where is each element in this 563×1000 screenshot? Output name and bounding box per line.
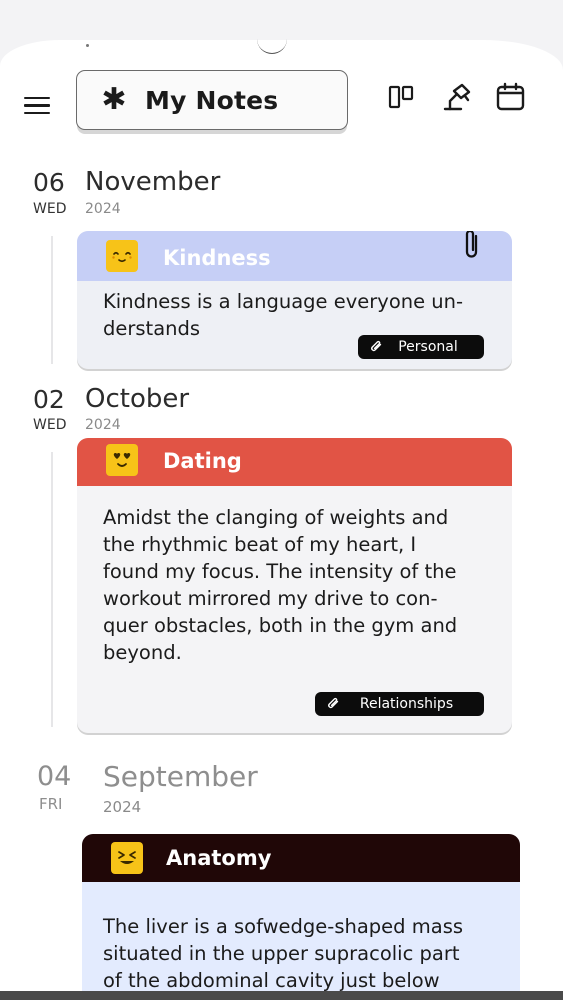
paperclip-icon bbox=[465, 231, 478, 258]
paperclip-icon bbox=[328, 697, 339, 709]
note-title: Anatomy bbox=[166, 846, 272, 870]
entry-month: November bbox=[85, 167, 221, 197]
note-card-header: Dating bbox=[77, 438, 512, 486]
entry-weekday: WED bbox=[33, 201, 67, 217]
entry-weekday: WED bbox=[33, 417, 67, 433]
timeline-line bbox=[51, 452, 53, 727]
entry-month: October bbox=[85, 384, 190, 414]
entry-year: 2024 bbox=[85, 417, 121, 433]
note-card-dating[interactable]: Dating Amidst the clanging of weights an… bbox=[77, 438, 512, 733]
note-text: The liver is a sofwedge-shaped mass situ… bbox=[103, 915, 464, 992]
bottom-scrim bbox=[0, 991, 563, 1000]
entry-year: 2024 bbox=[85, 201, 121, 217]
note-text: Amidst the clanging of weights and the r… bbox=[103, 506, 458, 664]
handle-dot bbox=[86, 44, 89, 47]
calendar-icon[interactable] bbox=[496, 82, 526, 112]
tag-label: Relationships bbox=[359, 696, 454, 712]
entry-day: 06 bbox=[33, 168, 65, 197]
tag-relationships[interactable]: Relationships bbox=[315, 692, 484, 716]
note-card-header: Anatomy bbox=[82, 834, 520, 882]
grinning-squint-face-icon bbox=[111, 842, 143, 874]
paperclip-icon bbox=[371, 340, 382, 352]
layout-toggle-icon[interactable] bbox=[388, 82, 418, 112]
timeline-line bbox=[51, 236, 53, 364]
entry-weekday: FRI bbox=[39, 795, 63, 813]
note-card-anatomy[interactable]: Anatomy The liver is a sofwedge-shaped m… bbox=[82, 834, 520, 1000]
heart-eyes-face-icon bbox=[106, 444, 138, 476]
menu-icon[interactable] bbox=[24, 97, 50, 117]
page-title: My Notes bbox=[145, 85, 279, 115]
asterisk-icon: ✱ bbox=[101, 82, 127, 117]
tag-personal[interactable]: Personal bbox=[358, 335, 484, 359]
note-title: Dating bbox=[163, 449, 242, 473]
note-card-header: Kindness bbox=[77, 231, 512, 281]
tag-label: Personal bbox=[398, 339, 458, 355]
entry-year: 2024 bbox=[103, 798, 142, 816]
entry-month: September bbox=[103, 760, 258, 793]
notes-title-button[interactable]: ✱ My Notes bbox=[76, 70, 348, 130]
note-text: Kindness is a language everyone un- ders… bbox=[103, 290, 464, 340]
desk-lamp-icon[interactable] bbox=[442, 82, 472, 112]
note-card-kindness[interactable]: Kindness Kindness is a language everyone… bbox=[77, 231, 512, 369]
entry-day: 02 bbox=[33, 385, 65, 414]
note-title: Kindness bbox=[163, 246, 271, 270]
entry-day: 04 bbox=[37, 761, 72, 792]
smiling-face-icon bbox=[106, 240, 138, 272]
